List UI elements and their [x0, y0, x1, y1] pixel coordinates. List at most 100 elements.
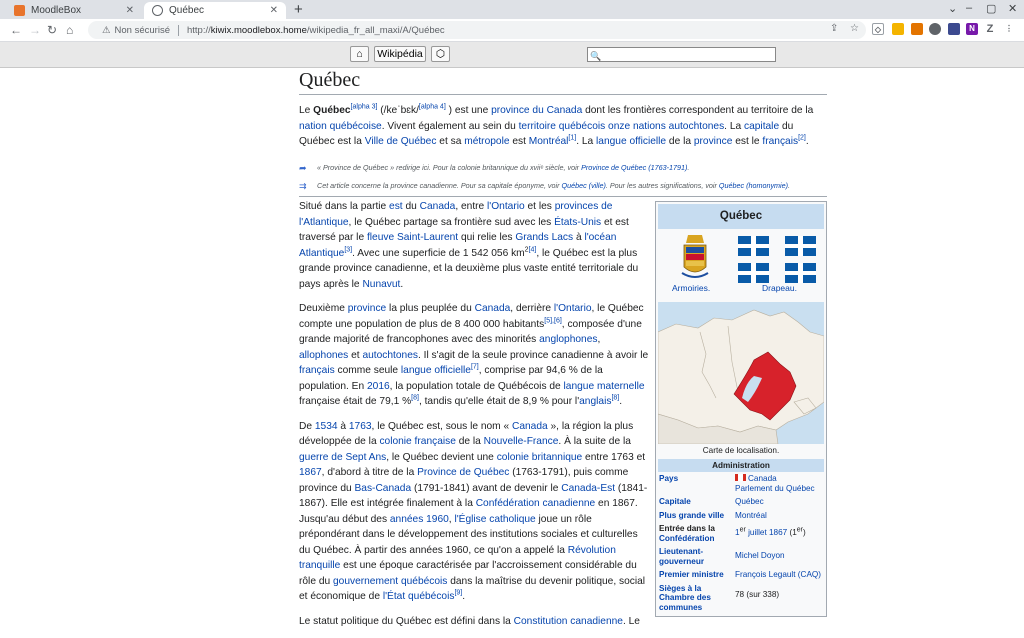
- link[interactable]: métropole: [464, 136, 509, 147]
- tab-quebec[interactable]: Québec ✕: [144, 2, 286, 19]
- kiwix-random-button[interactable]: ⬡: [431, 46, 450, 62]
- link[interactable]: Canada: [748, 474, 777, 483]
- link[interactable]: l'Ontario: [554, 303, 592, 314]
- link[interactable]: Province de Québec (1763-1791): [581, 163, 687, 172]
- link[interactable]: fleuve Saint-Laurent: [367, 232, 458, 243]
- link[interactable]: langue maternelle: [564, 381, 645, 392]
- bookmark-star-icon[interactable]: ☆: [850, 23, 859, 34]
- link[interactable]: nation québécoise: [299, 121, 382, 132]
- infobox-key[interactable]: Premier ministre: [658, 570, 735, 580]
- link[interactable]: États-Unis: [554, 217, 601, 228]
- warning-icon[interactable]: ⚠: [102, 25, 111, 36]
- kiwix-library-button[interactable]: Wikipédia: [374, 46, 426, 62]
- extension-shield-icon[interactable]: ◇: [872, 23, 884, 35]
- infobox-key[interactable]: Capitale: [658, 497, 735, 507]
- link[interactable]: Québec (ville): [562, 181, 606, 190]
- ref-link[interactable]: [2]: [798, 135, 806, 142]
- extension-ext-icon[interactable]: [948, 23, 960, 35]
- link[interactable]: allophones: [299, 350, 348, 361]
- link[interactable]: guerre de Sept Ans: [299, 452, 386, 463]
- link[interactable]: Nunavut: [362, 279, 400, 290]
- link[interactable]: anglophones: [539, 334, 597, 345]
- infobox-key[interactable]: Pays: [658, 474, 735, 493]
- link[interactable]: Montréal: [529, 136, 569, 147]
- link[interactable]: français: [762, 136, 798, 147]
- forward-icon[interactable]: →: [29, 22, 41, 38]
- link[interactable]: français: [299, 365, 335, 376]
- infobox-key[interactable]: Sièges à la Chambre des communes: [658, 584, 735, 613]
- infobox-value[interactable]: Québec: [735, 497, 824, 507]
- tab-moodlebox[interactable]: MoodleBox ✕: [6, 2, 142, 19]
- address-bar[interactable]: ⚠ Non sécurisé http://kiwix.moodlebox.ho…: [88, 21, 866, 39]
- link[interactable]: Bas-Canada: [355, 483, 412, 494]
- ref-link[interactable]: [alpha 4]: [419, 104, 446, 111]
- home-icon[interactable]: ⌂: [66, 22, 73, 38]
- quebec-flag-icon[interactable]: [738, 263, 769, 283]
- link[interactable]: Confédération: [659, 534, 715, 543]
- link[interactable]: province du Canada: [491, 105, 582, 116]
- coat-of-arms-icon[interactable]: [678, 233, 712, 283]
- link[interactable]: langue officielle: [401, 365, 471, 376]
- ref-link[interactable]: [7]: [471, 364, 479, 371]
- infobox-value[interactable]: François Legault (CAQ): [735, 570, 824, 580]
- ref-link[interactable]: [5],[6]: [544, 317, 562, 324]
- link[interactable]: 1534: [315, 421, 338, 432]
- infobox-key[interactable]: Plus grande ville: [658, 511, 735, 521]
- link[interactable]: Canada-Est: [561, 483, 615, 494]
- quebec-flag-icon[interactable]: [785, 263, 816, 283]
- link[interactable]: Canada: [420, 201, 456, 212]
- link[interactable]: capitale: [744, 121, 779, 132]
- back-icon[interactable]: ←: [10, 22, 22, 38]
- link[interactable]: l'Ontario: [487, 201, 525, 212]
- link[interactable]: anglais: [579, 396, 611, 407]
- link[interactable]: Grands Lacs: [515, 232, 573, 243]
- link[interactable]: province: [348, 303, 387, 314]
- link[interactable]: territoire québécois onze nations autoch…: [519, 121, 725, 132]
- link[interactable]: Nouvelle-France: [484, 436, 559, 447]
- close-tab-icon[interactable]: ✕: [270, 5, 278, 16]
- ref-link[interactable]: [8]: [411, 395, 419, 402]
- reload-icon[interactable]: ↻: [47, 22, 57, 38]
- link[interactable]: 2016: [367, 381, 390, 392]
- infobox-key[interactable]: Lieutenant-gouverneur: [658, 547, 735, 566]
- link[interactable]: Canada: [512, 421, 548, 432]
- link[interactable]: juillet 1867: [746, 528, 787, 537]
- share-icon[interactable]: ⇪: [830, 23, 838, 34]
- flag-caption[interactable]: Drapeau.: [762, 283, 797, 293]
- tab-search-icon[interactable]: ⌄: [948, 2, 957, 15]
- link[interactable]: Ville de Québec: [365, 136, 437, 147]
- link[interactable]: colonie française: [379, 436, 455, 447]
- close-window-icon[interactable]: ✕: [1008, 2, 1017, 15]
- link[interactable]: langue officielle: [596, 136, 666, 147]
- link[interactable]: années 1960: [390, 514, 449, 525]
- quebec-flag-icon[interactable]: [785, 236, 816, 256]
- link[interactable]: Province de Québec: [417, 467, 509, 478]
- maximize-icon[interactable]: ▢: [986, 2, 996, 15]
- ref-link[interactable]: [alpha 3]: [351, 104, 378, 111]
- ref-link[interactable]: [3]: [344, 246, 352, 253]
- onenote-icon[interactable]: N: [966, 23, 978, 35]
- link[interactable]: Québec (homonymie): [719, 181, 788, 190]
- link[interactable]: 1763: [349, 421, 372, 432]
- extension-folder-icon[interactable]: [892, 23, 904, 35]
- extension-z-icon[interactable]: Z: [984, 23, 996, 35]
- link[interactable]: est: [389, 201, 403, 212]
- close-tab-icon[interactable]: ✕: [126, 5, 134, 16]
- infobox-value[interactable]: Montréal: [735, 511, 824, 521]
- link[interactable]: l'Église catholique: [454, 514, 535, 525]
- extensions-menu-icon[interactable]: ⋮: [1003, 23, 1015, 35]
- extension-puzzle-icon[interactable]: [911, 23, 923, 35]
- new-tab-button[interactable]: +: [294, 2, 303, 17]
- link[interactable]: gouvernement québécois: [333, 576, 447, 587]
- link[interactable]: Parlement du Québec: [735, 484, 815, 493]
- link[interactable]: province: [694, 136, 733, 147]
- arms-caption[interactable]: Armoiries.: [672, 283, 710, 293]
- minimize-icon[interactable]: –: [966, 2, 972, 14]
- location-map[interactable]: [658, 302, 824, 444]
- kiwix-search-input[interactable]: 🔍: [587, 47, 776, 62]
- extension-circle-icon[interactable]: [929, 23, 941, 35]
- link[interactable]: colonie britannique: [497, 452, 583, 463]
- link[interactable]: autochtones: [362, 350, 418, 361]
- link[interactable]: 1867: [299, 467, 322, 478]
- link[interactable]: Constitution canadienne: [514, 616, 623, 627]
